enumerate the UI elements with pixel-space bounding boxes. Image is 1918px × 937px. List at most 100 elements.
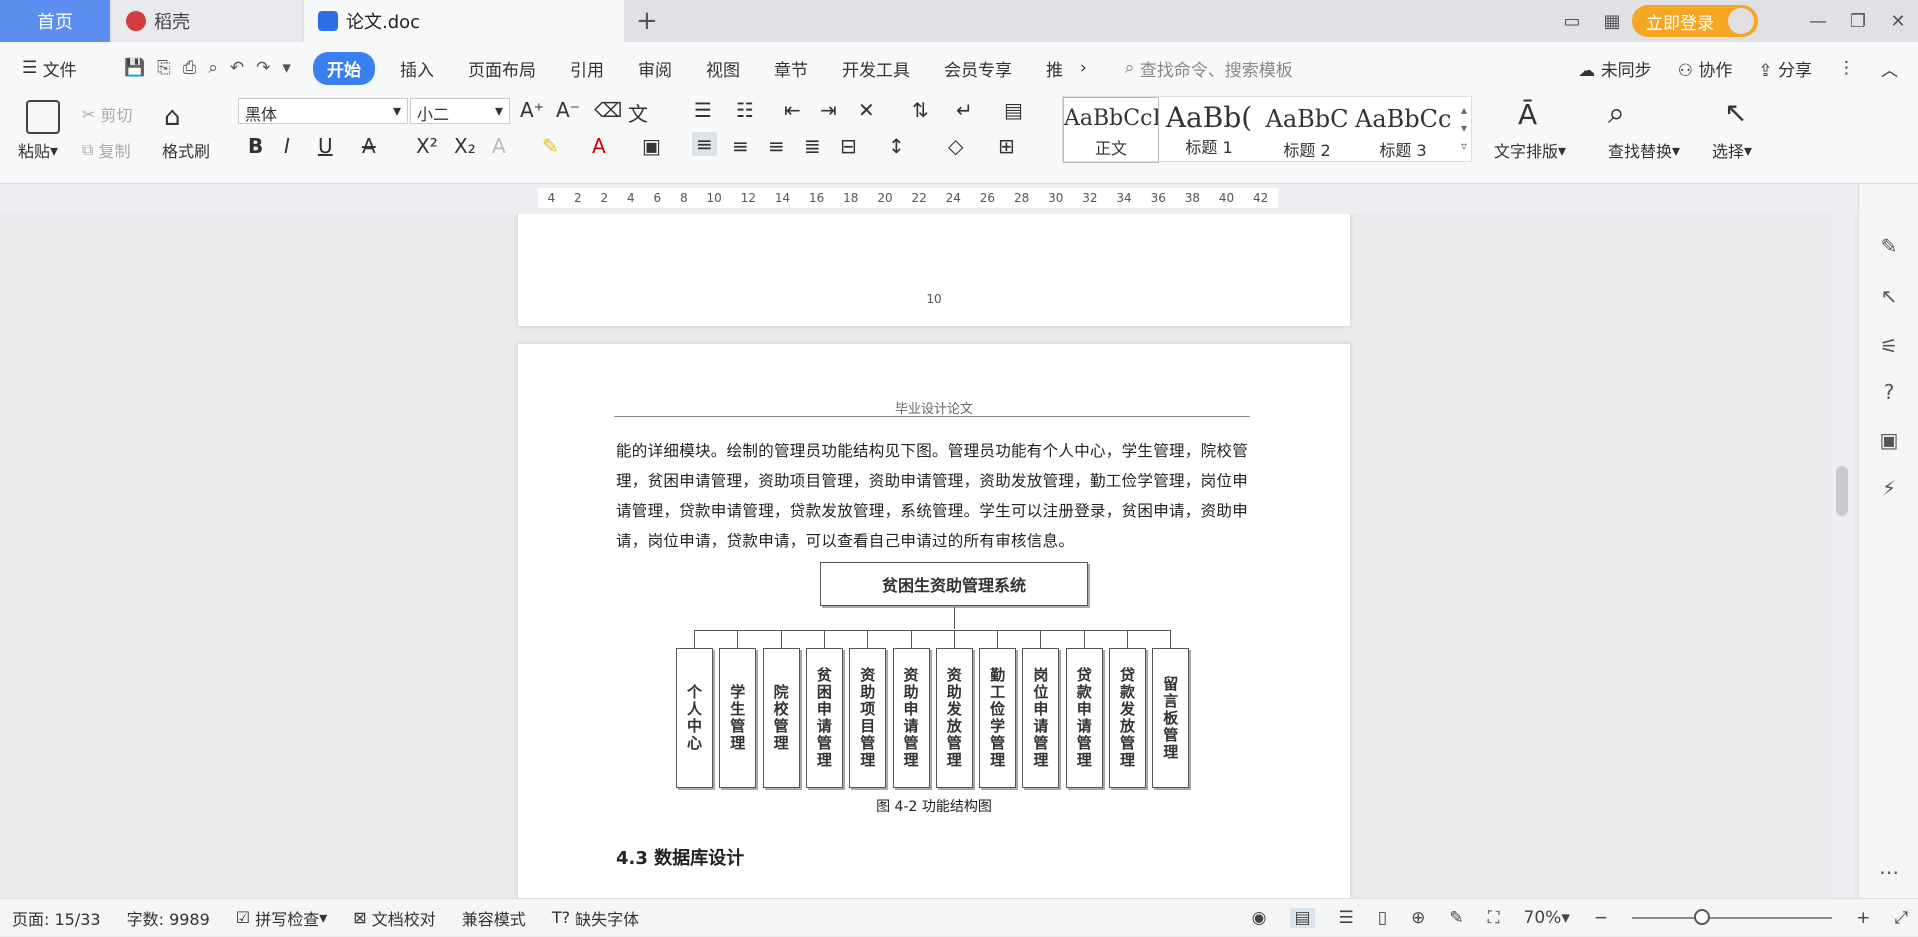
- style-normal[interactable]: AaBbCcI 正文: [1063, 97, 1159, 163]
- tab-references[interactable]: 引用: [553, 56, 621, 81]
- login-button[interactable]: 立即登录: [1632, 5, 1758, 37]
- tab-review[interactable]: 审阅: [621, 56, 689, 81]
- command-search[interactable]: ⌕ 查找命令、搜索模板: [1125, 56, 1293, 81]
- redo-icon[interactable]: ↷: [256, 58, 270, 78]
- tab-document[interactable]: 论文.doc: [304, 0, 624, 42]
- tab-daoke[interactable]: 稻壳: [112, 0, 302, 42]
- zoom-in-icon[interactable]: +: [1856, 908, 1870, 928]
- strikethrough-icon[interactable]: A: [362, 134, 376, 158]
- bullet-list-icon[interactable]: ☰: [694, 98, 712, 122]
- write-view-icon[interactable]: ✎: [1449, 908, 1463, 928]
- eye-icon[interactable]: ◉: [1252, 908, 1267, 928]
- align-center-icon[interactable]: ≡: [732, 134, 749, 158]
- file-menu[interactable]: ☰ 文件: [0, 56, 110, 81]
- tab-page-layout[interactable]: 页面布局: [451, 56, 553, 81]
- fullscreen-icon[interactable]: ⤢: [1894, 908, 1908, 928]
- highlight-icon[interactable]: ✎: [542, 134, 559, 158]
- body-paragraph[interactable]: 能的详细模块。绘制的管理员功能结构见下图。管理员功能有个人中心，学生管理，院校管…: [616, 436, 1252, 556]
- select-button[interactable]: 选择 ▾: [1712, 138, 1752, 162]
- copy-button[interactable]: ⧉ 复制: [82, 138, 131, 162]
- export-icon[interactable]: ⎘: [157, 58, 171, 78]
- styles-scroll-icon[interactable]: ▴ ▾ ▿: [1461, 101, 1467, 155]
- horizontal-ruler[interactable]: 4 2 2 4 6 8 10 12 14 16 18 20 22 24 26 2…: [0, 184, 1918, 214]
- print-icon[interactable]: ⎙: [183, 58, 197, 78]
- page-view-icon[interactable]: ▤: [1290, 908, 1315, 928]
- chevron-right-icon[interactable]: ›: [1080, 58, 1087, 78]
- text-layout-button[interactable]: 文字排版 ▾: [1494, 138, 1566, 162]
- paste-button[interactable]: 粘贴 ▾: [18, 138, 58, 162]
- apps-grid-icon[interactable]: ▦: [1592, 11, 1632, 32]
- more-horizontal-icon[interactable]: ⋯: [1877, 860, 1901, 884]
- minimize-button[interactable]: —: [1798, 11, 1838, 32]
- lightning-icon[interactable]: ⚡: [1877, 476, 1901, 500]
- decrease-indent-icon[interactable]: ⇤: [784, 98, 801, 122]
- bold-icon[interactable]: B: [248, 134, 263, 158]
- increase-indent-icon[interactable]: ⇥: [820, 98, 837, 122]
- zoom-slider-knob[interactable]: [1694, 909, 1711, 925]
- spell-check-button[interactable]: ☑ 拼写检查 ▾: [236, 906, 327, 930]
- borders-icon[interactable]: ⊞: [998, 134, 1015, 158]
- web-view-icon[interactable]: ⊕: [1411, 908, 1425, 928]
- layout-icon[interactable]: ▭: [1552, 11, 1592, 32]
- italic-icon[interactable]: I: [284, 134, 290, 158]
- style-heading-1[interactable]: AaBb(标题 1: [1161, 97, 1257, 163]
- tab-view[interactable]: 视图: [689, 56, 757, 81]
- tab-home[interactable]: 首页: [0, 0, 110, 42]
- restore-button[interactable]: ❐: [1838, 11, 1878, 32]
- proofread-button[interactable]: ⊠ 文档校对: [353, 906, 436, 930]
- tab-developer[interactable]: 开发工具: [825, 56, 927, 81]
- page-indicator[interactable]: 页面: 15/33: [12, 906, 101, 930]
- missing-font-button[interactable]: T? 缺失字体: [552, 906, 639, 930]
- pointer-icon[interactable]: ↖: [1877, 284, 1901, 308]
- text-effect-icon[interactable]: A: [492, 134, 506, 158]
- preview-icon[interactable]: ⌕: [208, 58, 218, 78]
- collaborate-button[interactable]: ⚇ 协作: [1678, 56, 1733, 81]
- line-spacing-icon[interactable]: ↕: [888, 134, 905, 158]
- align-right-icon[interactable]: ≡: [768, 134, 785, 158]
- underline-icon[interactable]: U: [318, 134, 333, 158]
- outline-view-icon[interactable]: ☰: [1339, 908, 1354, 928]
- clear-format-icon[interactable]: ⌫: [594, 98, 622, 122]
- style-heading-2[interactable]: AaBbC 标题 2: [1259, 97, 1355, 163]
- fit-page-icon[interactable]: ⛶: [1488, 908, 1500, 928]
- char-border-icon[interactable]: ▣: [642, 134, 661, 158]
- vertical-scrollbar[interactable]: [1832, 214, 1854, 898]
- sliders-icon[interactable]: ⚟: [1877, 334, 1901, 358]
- zoom-slider[interactable]: [1632, 909, 1833, 925]
- scrollbar-thumb[interactable]: [1836, 466, 1848, 516]
- show-marks-icon[interactable]: ↵: [956, 98, 973, 122]
- find-replace-button[interactable]: 查找替换 ▾: [1608, 138, 1680, 162]
- font-size-select[interactable]: 小二 ▾: [410, 98, 510, 124]
- style-heading-3[interactable]: AaBbCc 标题 3: [1355, 97, 1451, 163]
- undo-icon[interactable]: ↶: [230, 58, 244, 78]
- justify-icon[interactable]: ≣: [804, 134, 821, 158]
- tab-start[interactable]: 开始: [312, 51, 375, 85]
- pen-icon[interactable]: ✎: [1877, 234, 1901, 258]
- distributed-icon[interactable]: ⊟: [840, 134, 857, 158]
- image-settings-icon[interactable]: ▣: [1877, 428, 1901, 452]
- cut-button[interactable]: ✂ 剪切: [82, 102, 133, 126]
- tab-insert[interactable]: 插入: [383, 56, 451, 81]
- font-name-select[interactable]: 黑体 ▾: [238, 98, 408, 124]
- numbered-list-icon[interactable]: ☷: [736, 98, 754, 122]
- font-color-icon[interactable]: A: [592, 134, 606, 158]
- superscript-icon[interactable]: X²: [416, 134, 438, 158]
- shading-icon[interactable]: ◇: [948, 134, 963, 158]
- save-icon[interactable]: 💾: [124, 58, 145, 78]
- help-icon[interactable]: ?: [1877, 380, 1901, 404]
- more-chevron-icon[interactable]: ▾: [282, 58, 291, 78]
- chinese-layout-icon[interactable]: ✕: [858, 98, 875, 122]
- new-tab-button[interactable]: +: [636, 6, 658, 36]
- format-painter-button[interactable]: 格式刷: [162, 138, 210, 162]
- collapse-ribbon-icon[interactable]: ︿: [1881, 56, 1898, 81]
- tab-member[interactable]: 会员专享: [927, 56, 1029, 81]
- shrink-font-icon[interactable]: A⁻: [556, 98, 580, 122]
- more-icon[interactable]: ⋮: [1838, 58, 1855, 78]
- sort-icon[interactable]: ⇅: [912, 98, 929, 122]
- zoom-out-icon[interactable]: −: [1594, 908, 1608, 928]
- reading-view-icon[interactable]: ▯: [1378, 908, 1387, 928]
- grow-font-icon[interactable]: A⁺: [520, 98, 544, 122]
- compat-mode[interactable]: 兼容模式: [462, 906, 526, 930]
- close-button[interactable]: ✕: [1878, 11, 1918, 32]
- subscript-icon[interactable]: X₂: [454, 134, 476, 158]
